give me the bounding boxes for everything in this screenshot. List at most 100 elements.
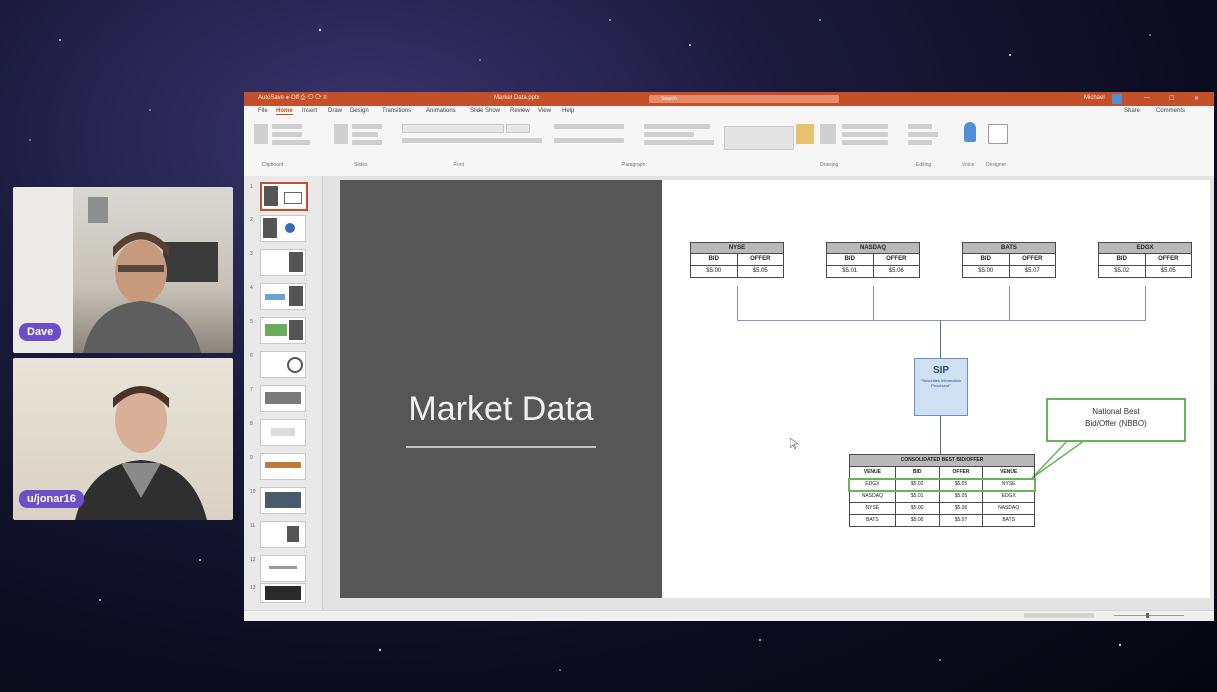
quick-styles-button[interactable] [820,124,836,144]
list-buttons[interactable] [554,124,624,129]
copy-button[interactable] [272,132,302,137]
shape-outline-button[interactable] [842,132,888,137]
paste-button[interactable] [254,124,268,144]
slide-thumbnail[interactable] [260,182,308,211]
alignment-buttons[interactable] [554,138,624,143]
slide-number: 10 [250,489,256,495]
table-cell: $5.00 [895,515,940,527]
sip-box[interactable]: SIP "Securities Information Processor" [914,358,968,416]
shapes-gallery[interactable] [724,126,794,150]
tab-file[interactable]: File [258,108,268,114]
connector-line [737,286,738,320]
search-placeholder: Search [661,96,677,102]
share-button[interactable]: Share [1124,108,1140,114]
layout-button[interactable] [352,124,382,129]
webcam-tile-jonar16[interactable]: u/jonar16 [13,358,233,520]
slide-thumbnail[interactable] [260,555,306,582]
tab-review[interactable]: Review [510,108,530,114]
quick-access-toolbar[interactable]: AutoSave ● Off ⎙ ⟲ ⟳ ≡ [258,95,327,102]
tab-animations[interactable]: Animations [426,108,456,114]
slide-thumbnail[interactable] [260,283,306,310]
tab-slide-show[interactable]: Slide Show [470,108,500,114]
tab-transitions[interactable]: Transitions [382,108,411,114]
find-button[interactable] [908,124,932,129]
minimize-icon[interactable]: — [1144,95,1150,101]
section-button[interactable] [352,140,382,145]
zoom-slider[interactable] [1114,615,1184,616]
slide-thumbnail[interactable] [260,419,306,446]
nbbo-callout[interactable]: National Best Bid/Offer (NBBO) [1046,398,1186,442]
search-box[interactable]: Search [649,95,839,103]
current-slide[interactable]: Market Data NYSE BID OFFER $5.00 $5.05 NAS… [340,180,1210,598]
tab-view[interactable]: View [538,108,551,114]
zoom-slider-thumb[interactable] [1146,613,1149,618]
ribbon-tabs: File Home Insert Draw Design Transitions… [244,106,1214,118]
table-row: NYSE $5.00 $5.06 NASDAQ [849,503,1035,515]
shape-effects-button[interactable] [842,140,888,145]
table-cell: BATS [849,515,896,527]
reset-button[interactable] [352,132,378,137]
group-label-slides: Slides [354,162,368,168]
slide-thumbnail[interactable] [260,215,306,242]
font-format-buttons[interactable] [402,138,542,143]
slide-thumbnail[interactable] [260,453,306,480]
connector-line [737,320,1146,321]
bid-value: $5.00 [690,266,738,278]
column-header: BID [895,467,940,479]
new-slide-button[interactable] [334,124,348,144]
exchange-name: NASDAQ [826,242,920,254]
replace-button[interactable] [908,132,938,137]
arrange-button[interactable] [796,124,814,144]
exchange-quote-nasdaq[interactable]: NASDAQ BID OFFER $5.01 $5.06 [826,242,920,278]
tab-draw[interactable]: Draw [328,108,342,114]
slide-thumbnail[interactable] [260,521,306,548]
exchange-quote-bats[interactable]: BATS BID OFFER $5.00 $5.07 [962,242,1056,278]
slide-thumbnail[interactable] [260,351,306,378]
user-avatar[interactable] [1112,94,1122,104]
select-button[interactable] [908,140,932,145]
slide-thumbnail[interactable] [260,249,306,276]
exchange-name: BATS [962,242,1056,254]
exchange-quote-edgx[interactable]: EDGX BID OFFER $5.02 $5.05 [1098,242,1192,278]
tab-home[interactable]: Home [276,108,293,115]
slide-editing-area[interactable]: Market Data NYSE BID OFFER $5.00 $5.05 NAS… [323,176,1214,610]
slide-thumbnail-pane[interactable]: 1 2 3 4 5 6 7 8 9 10 11 12 13 [244,176,323,610]
user-name[interactable]: Michael [1084,95,1105,101]
convert-smartart-button[interactable] [644,140,714,145]
cut-button[interactable] [272,124,302,129]
participant-name-label: Dave [19,323,62,341]
group-label-paragraph: Paragraph [622,162,646,168]
callout-pointer [1031,437,1089,479]
close-icon[interactable]: ✕ [1194,95,1199,102]
dictate-icon[interactable] [964,122,976,142]
view-buttons[interactable] [1024,613,1094,618]
slide-thumbnail[interactable] [260,317,306,344]
offer-value: $5.06 [873,266,920,278]
format-painter-button[interactable] [272,140,310,145]
table-cell: BATS [983,515,1035,527]
bid-label: BID [1098,254,1146,266]
offer-value: $5.05 [1145,266,1192,278]
slide-thumbnail[interactable] [260,583,306,603]
slide-number: 6 [250,353,253,359]
exchange-quote-nyse[interactable]: NYSE BID OFFER $5.00 $5.05 [690,242,784,278]
slide-thumbnail[interactable] [260,385,306,412]
align-text-button[interactable] [644,132,694,137]
bid-value: $5.01 [826,266,874,278]
tab-insert[interactable]: Insert [302,108,317,114]
maximize-icon[interactable]: ☐ [1169,95,1174,102]
font-name-dropdown[interactable] [402,124,504,133]
webcam-tile-dave[interactable]: Dave [13,187,233,353]
font-size-dropdown[interactable] [506,124,530,133]
consolidated-bbo-table[interactable]: CONSOLIDATED BEST BID/OFFER VENUE BID OF… [848,454,1036,527]
comments-button[interactable]: Comments [1156,108,1185,114]
tab-design[interactable]: Design [350,108,369,114]
status-bar [244,610,1214,621]
tab-help[interactable]: Help [562,108,574,114]
shape-fill-button[interactable] [842,124,888,129]
connector-line [873,286,874,320]
slide-thumbnail[interactable] [260,487,306,514]
text-direction-button[interactable] [644,124,710,129]
slide-title[interactable]: Market Data [340,390,662,429]
design-ideas-button[interactable] [988,124,1008,144]
